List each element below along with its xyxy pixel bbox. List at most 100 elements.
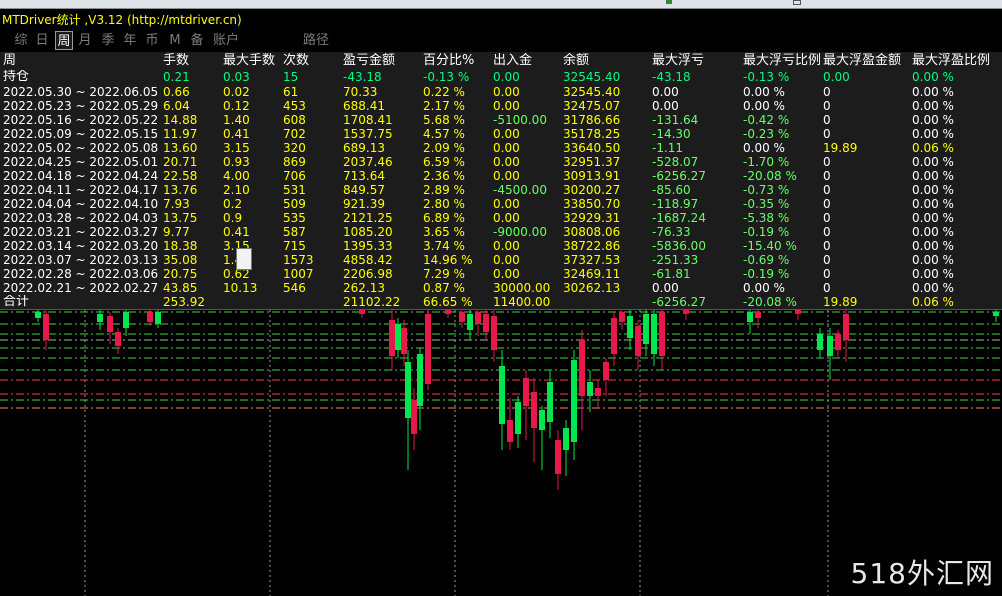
cell-deposit: 0.00 (493, 99, 520, 113)
cell-max-lots: 0.41 (223, 225, 250, 239)
cell-percent: 0.22 % (423, 85, 465, 99)
cell-count: 1007 (283, 267, 314, 281)
table-row: 2022.05.23 ~ 2022.05.29 6.04 0.12 453 688.41… (0, 99, 1002, 113)
candle-body (43, 314, 49, 340)
table-row: 2022.04.04 ~ 2022.04.10 7.93 0.2 509 921.39 2… (0, 197, 1002, 211)
cell-period: 2022.05.16 ~ 2022.05.22 (3, 113, 159, 127)
column-header-balance[interactable]: 余额 (563, 53, 651, 69)
table-row: 2022.03.28 ~ 2022.04.03 13.75 0.9 535 2121.2… (0, 211, 1002, 225)
candle-body (475, 312, 481, 324)
cell-period: 2022.04.04 ~ 2022.04.10 (3, 197, 159, 211)
tab-6[interactable]: 币 (144, 31, 160, 50)
tab-5[interactable]: 年 (122, 31, 138, 50)
cell-max-lots: 0.9 (223, 211, 243, 225)
cell-pnl: 2121.25 (343, 211, 393, 225)
candle-body (547, 382, 553, 422)
cell-max-float-profit: 0 (823, 169, 831, 183)
tab-3[interactable]: 月 (77, 31, 93, 50)
tab-2[interactable]: 周 (55, 31, 73, 50)
table-row: 2022.05.09 ~ 2022.05.15 11.97 0.41 702 1537.… (0, 127, 1002, 141)
candle-body (579, 340, 585, 396)
cell-max-float-loss: -85.60 (652, 183, 691, 197)
cell-percent: 14.96 % (423, 253, 473, 267)
cell-pnl: -43.18 (343, 70, 382, 84)
table-row: 2022.04.25 ~ 2022.05.01 20.71 0.93 869 2037.… (0, 155, 1002, 169)
candle-body (411, 400, 417, 434)
tab-8[interactable]: 备 (189, 31, 205, 50)
candle-body (507, 420, 513, 442)
column-header-max-float-profit-pct[interactable]: 最大浮盈比例 (912, 53, 1002, 69)
candle-body (555, 440, 561, 474)
cell-percent: 5.68 % (423, 113, 465, 127)
cell-count: 608 (283, 113, 306, 127)
cell-lots: 20.75 (163, 267, 198, 281)
cell-pnl: 2037.46 (343, 155, 393, 169)
column-header-pnl[interactable]: 盈亏金额 (343, 53, 421, 69)
column-header-lots[interactable]: 手数 (163, 53, 221, 69)
candle-body (425, 314, 431, 384)
cell-balance: 38722.86 (563, 239, 621, 253)
cell-max-lots: 3.15 (223, 141, 250, 155)
candle-body (147, 312, 153, 322)
candle-body (563, 428, 569, 450)
cell-balance: 31786.66 (563, 113, 621, 127)
cell-max-float-profit-pct: 0.06 % (912, 295, 954, 309)
cell-max-lots: 1.40 (223, 253, 281, 267)
column-header-deposit[interactable]: 出入金 (493, 53, 561, 69)
cell-max-float-loss-pct: -0.73 % (743, 183, 790, 197)
candle-body (643, 314, 649, 344)
tab-7[interactable]: M (167, 31, 183, 50)
tab-0[interactable]: 综 (13, 31, 29, 50)
cell-max-float-profit-pct: 0.00 % (912, 155, 954, 169)
cell-balance: 32545.40 (563, 85, 621, 99)
candle-body (389, 320, 395, 356)
cell-percent: 6.89 % (423, 211, 465, 225)
candle-body (595, 388, 601, 396)
cell-period: 2022.05.09 ~ 2022.05.15 (3, 127, 159, 141)
cell-period: 2022.04.11 ~ 2022.04.17 (3, 183, 159, 197)
cell-percent: 4.57 % (423, 127, 465, 141)
cell-deposit: -5100.00 (493, 113, 547, 127)
cell-max-float-loss: -6256.27 (652, 169, 706, 183)
cell-max-float-loss-pct: 0.00 % (743, 281, 785, 295)
column-header-max-float-profit[interactable]: 最大浮盈金额 (823, 53, 911, 69)
cell-deposit: 0.00 (493, 211, 520, 225)
window-control-icon[interactable] (793, 0, 801, 5)
holding-row: 持仓 0.21 0.03 15 -43.18 -0.13 % 0.00 32545.40 -43… (0, 70, 1002, 84)
cell-balance: 30808.06 (563, 225, 621, 239)
column-header-count[interactable]: 次数 (283, 53, 341, 69)
cell-max-float-loss: -131.64 (652, 113, 699, 127)
column-header-max-float-loss-pct[interactable]: 最大浮亏比例 (743, 53, 821, 69)
cell-max-float-profit-pct: 0.00 % (912, 85, 954, 99)
cell-percent: 3.65 % (423, 225, 465, 239)
cell-max-float-loss: -251.33 (652, 253, 699, 267)
tab-9[interactable]: 账户 (210, 31, 242, 50)
tab-1[interactable]: 日 (34, 31, 50, 50)
candle-body (539, 410, 545, 430)
cell-count (283, 295, 341, 309)
cell-lots: 14.88 (163, 113, 198, 127)
cell-percent: 2.89 % (423, 183, 465, 197)
column-header-max-float-loss[interactable]: 最大浮亏 (652, 53, 740, 69)
candle-body (835, 334, 841, 350)
candle-body (107, 316, 113, 332)
table-row: 2022.04.11 ~ 2022.04.17 13.76 2.10 531 849.5… (0, 183, 1002, 197)
cell-max-float-loss-pct: -0.35 % (743, 197, 790, 211)
tab-4[interactable]: 季 (100, 31, 116, 50)
cell-deposit: 0.00 (493, 197, 520, 211)
column-header-max-lots[interactable]: 最大手数 (223, 53, 281, 69)
column-header-period[interactable]: 周 (3, 53, 161, 69)
cell-pnl: 849.57 (343, 183, 385, 197)
cell-deposit: 0.00 (493, 70, 520, 84)
cell-max-float-loss: -6256.27 (652, 295, 706, 309)
cell-max-float-loss: 0.00 (652, 85, 679, 99)
cell-deposit: -4500.00 (493, 183, 547, 197)
column-header-percent[interactable]: 百分比% (423, 53, 491, 69)
table-row: 2022.03.21 ~ 2022.03.27 9.77 0.41 587 1085.2… (0, 225, 1002, 239)
candle-body (827, 336, 833, 356)
tab-10[interactable]: 路径 (300, 31, 332, 50)
cell-max-float-loss: -5836.00 (652, 239, 706, 253)
cell-max-lots: 0.02 (223, 85, 250, 99)
candle-body (123, 312, 129, 328)
candle-body (611, 318, 617, 354)
